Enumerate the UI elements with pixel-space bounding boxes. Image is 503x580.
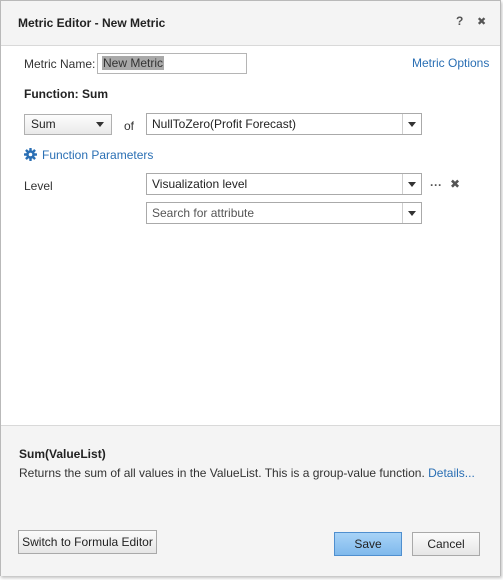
function-select[interactable]: Sum xyxy=(24,114,112,135)
function-signature: Sum(ValueList) xyxy=(19,447,106,461)
dialog-title: Metric Editor - New Metric xyxy=(18,16,166,30)
function-argument-value: NullToZero(Profit Forecast) xyxy=(152,117,297,131)
metric-options-link[interactable]: Metric Options xyxy=(412,56,489,70)
function-argument-combo[interactable]: NullToZero(Profit Forecast) xyxy=(146,113,422,135)
dialog-titlebar: Metric Editor - New Metric ? ✖ xyxy=(1,1,500,46)
cancel-button[interactable]: Cancel xyxy=(412,532,480,556)
attribute-search-placeholder: Search for attribute xyxy=(152,206,255,220)
function-heading: Function: Sum xyxy=(24,87,108,101)
function-description-text: Returns the sum of all values in the Val… xyxy=(19,466,429,480)
attribute-search-combo[interactable]: Search for attribute xyxy=(146,202,422,224)
level-value: Visualization level xyxy=(152,177,248,191)
remove-level-icon[interactable]: ✖ xyxy=(450,177,460,191)
metric-name-label: Metric Name: xyxy=(24,57,96,71)
level-combo[interactable]: Visualization level xyxy=(146,173,422,195)
of-label: of xyxy=(124,119,135,133)
close-icon[interactable]: ✖ xyxy=(477,15,486,28)
function-parameters-link[interactable]: Function Parameters xyxy=(42,148,153,162)
chevron-down-icon xyxy=(408,122,416,127)
metric-name-value: New Metric xyxy=(102,56,165,70)
level-label: Level xyxy=(24,179,53,193)
metric-name-input[interactable]: New Metric xyxy=(97,53,247,74)
chevron-down-icon xyxy=(96,122,104,127)
gear-icon[interactable] xyxy=(24,148,37,161)
level-dropdown-button[interactable] xyxy=(402,174,421,194)
function-argument-dropdown-button[interactable] xyxy=(402,114,421,134)
function-description: Returns the sum of all values in the Val… xyxy=(19,466,475,480)
chevron-down-icon xyxy=(408,182,416,187)
chevron-down-icon xyxy=(408,211,416,216)
help-icon[interactable]: ? xyxy=(456,14,463,28)
switch-to-formula-editor-button[interactable]: Switch to Formula Editor xyxy=(18,530,157,554)
details-link[interactable]: Details... xyxy=(428,466,475,480)
function-select-value: Sum xyxy=(31,117,56,131)
metric-editor-dialog: Metric Editor - New Metric ? ✖ Metric Na… xyxy=(0,0,501,576)
save-button[interactable]: Save xyxy=(334,532,402,556)
description-panel: Sum(ValueList) Returns the sum of all va… xyxy=(1,425,500,576)
attribute-search-dropdown-button[interactable] xyxy=(402,203,421,223)
more-options-icon[interactable]: ··· xyxy=(430,178,442,192)
